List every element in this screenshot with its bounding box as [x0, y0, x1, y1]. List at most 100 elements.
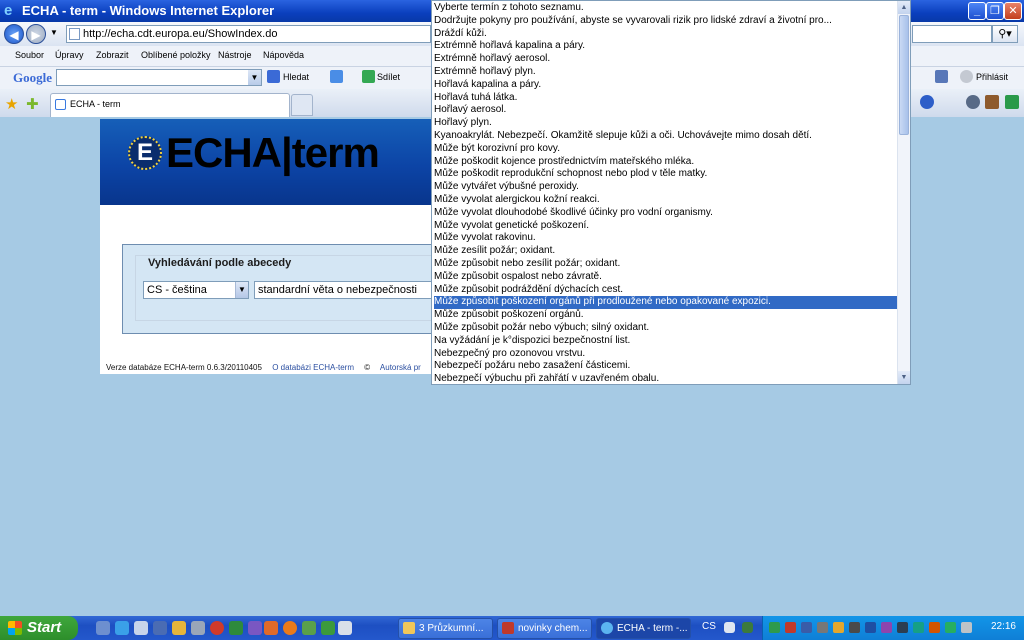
ie-quicklaunch-icon[interactable] — [115, 621, 129, 635]
quicklaunch-icon-7[interactable] — [210, 621, 224, 635]
scrollbar-thumb[interactable] — [899, 15, 909, 135]
new-tab-button[interactable] — [291, 94, 313, 116]
scroll-up-icon[interactable]: ▲ — [898, 1, 910, 14]
tray-icon-10[interactable] — [913, 622, 924, 633]
tray-icon-9[interactable] — [897, 622, 908, 633]
toolbox-icon[interactable] — [985, 95, 999, 109]
dropdown-option[interactable]: Nebezpečí výbuchu při zahřátí v uzavřené… — [434, 373, 897, 384]
language-indicator[interactable]: CS — [702, 621, 716, 632]
dropdown-option[interactable]: Může způsobit poškození orgánů při prodl… — [434, 296, 897, 310]
google-search-button[interactable]: Hledat — [283, 72, 309, 82]
dropdown-option[interactable]: Může způsobit ospalost nebo závratě. — [434, 271, 897, 284]
quicklaunch-icon-4[interactable] — [153, 621, 167, 635]
dropdown-option[interactable]: Může poškodit reprodukční schopnost nebo… — [434, 168, 897, 181]
dropdown-option[interactable]: Nebezpečí požáru nebo zasažení částicemi… — [434, 360, 897, 373]
signin-button[interactable]: Přihlásit — [976, 72, 1008, 82]
tray-toggle-icon[interactable] — [742, 622, 753, 633]
dropdown-option[interactable]: Může poškodit kojence prostřednictvím ma… — [434, 156, 897, 169]
wrench-icon[interactable] — [935, 70, 948, 83]
add-button-icon[interactable] — [330, 70, 343, 83]
help-icon[interactable] — [920, 95, 934, 109]
dropdown-option[interactable]: Může vyvolat alergickou kožní reakci. — [434, 194, 897, 207]
messenger-icon[interactable] — [1005, 95, 1019, 109]
favorites-star-icon[interactable]: ★ — [5, 95, 18, 113]
quicklaunch-icon-10[interactable] — [264, 621, 278, 635]
dropdown-option[interactable]: Může způsobit požár nebo výbuch; silný o… — [434, 322, 897, 335]
ati-icon[interactable] — [785, 622, 796, 633]
dropdown-option[interactable]: Dráždí kůži. — [434, 28, 897, 41]
dropdown-scrollbar[interactable]: ▲ ▼ — [897, 1, 910, 384]
tab-echa-term[interactable]: ECHA - term — [50, 93, 290, 117]
dropdown-option[interactable]: Může vytvářet výbušné peroxidy. — [434, 181, 897, 194]
dropdown-option[interactable]: Hořlavý plyn. — [434, 117, 897, 130]
dropdown-option[interactable]: Nebezpečný pro ozonovou vrstvu. — [434, 348, 897, 361]
dropdown-option[interactable]: Hořlavý aerosol. — [434, 104, 897, 117]
close-button[interactable]: ✕ — [1004, 2, 1022, 20]
dropdown-option[interactable]: Extrémně hořlavá kapalina a páry. — [434, 40, 897, 53]
dropdown-option[interactable]: Může vyvolat rakovinu. — [434, 232, 897, 245]
firefox-icon[interactable] — [283, 621, 297, 635]
live-search-input[interactable] — [912, 25, 992, 43]
menu-file[interactable]: Soubor — [15, 50, 44, 60]
copyright-link[interactable]: Autorská pr — [380, 363, 421, 372]
tray-icon-1[interactable] — [769, 622, 780, 633]
term-dropdown-list[interactable]: Nebezpečí výbuchu při zahřátí v uzavřené… — [431, 0, 911, 385]
type-select[interactable]: standardní věta o nebezpečnosti — [254, 281, 444, 299]
tray-icon-3[interactable] — [801, 622, 812, 633]
minimize-button[interactable]: _ — [968, 2, 986, 20]
excel-icon[interactable] — [229, 621, 243, 635]
bluetooth-icon[interactable] — [865, 622, 876, 633]
volume-icon[interactable] — [961, 622, 972, 633]
dropdown-option[interactable]: Může způsobit poškození orgánů. — [434, 309, 897, 322]
back-button[interactable]: ◀ — [4, 24, 24, 44]
taskbar-button-explorer[interactable]: 3 Průzkumní... — [398, 618, 493, 639]
help-icon[interactable] — [724, 622, 735, 633]
scroll-down-icon[interactable]: ▼ — [898, 371, 910, 384]
research-icon[interactable] — [966, 95, 980, 109]
network-icon[interactable] — [945, 622, 956, 633]
tray-icon-8[interactable] — [881, 622, 892, 633]
dropdown-option[interactable]: Může zesílit požár; oxidant. — [434, 245, 897, 258]
taskbar-button-news[interactable]: novinky chem... — [497, 618, 592, 639]
tray-icon-5[interactable] — [833, 622, 844, 633]
quicklaunch-icon[interactable] — [96, 621, 110, 635]
dropdown-option[interactable]: Dodržujte pokyny pro používání, abyste s… — [434, 15, 897, 28]
tray-icon-6[interactable] — [849, 622, 860, 633]
share-button[interactable]: Sdílet — [377, 72, 400, 82]
tray-icon-11[interactable] — [929, 622, 940, 633]
language-select[interactable]: CS - čeština ▼ — [143, 281, 249, 299]
taskbar-button-echa[interactable]: ECHA - term -... — [596, 618, 691, 639]
dropdown-option[interactable]: Může být korozivní pro kovy. — [434, 143, 897, 156]
dropdown-option[interactable]: Extrémně hořlavý aerosol. — [434, 53, 897, 66]
google-search-input[interactable]: ▼ — [56, 69, 262, 86]
quicklaunch-icon-9[interactable] — [248, 621, 262, 635]
quicklaunch-icon-12[interactable] — [302, 621, 316, 635]
chevron-down-icon[interactable]: ▼ — [235, 282, 248, 298]
start-button[interactable]: Start — [0, 616, 78, 640]
dropdown-option[interactable]: Může vyvolat genetické poškození. — [434, 220, 897, 233]
about-link[interactable]: O databázi ECHA-term — [272, 363, 354, 372]
dropdown-option[interactable]: Hořlavá tuhá látka. — [434, 92, 897, 105]
share-icon[interactable] — [362, 70, 375, 83]
dropdown-option[interactable]: Může způsobit nebo zesílit požár; oxidan… — [434, 258, 897, 271]
menu-help[interactable]: Nápověda — [263, 50, 304, 60]
desktop-icon[interactable] — [134, 621, 148, 635]
quicklaunch-icon-5[interactable] — [172, 621, 186, 635]
menu-edit[interactable]: Úpravy — [55, 50, 84, 60]
dropdown-option[interactable]: Vyberte termín z tohoto seznamu. — [434, 2, 897, 15]
chevron-down-icon[interactable]: ▼ — [248, 70, 261, 85]
quicklaunch-icon-13[interactable] — [321, 621, 335, 635]
dropdown-option[interactable]: Může způsobit podráždění dýchacích cest. — [434, 284, 897, 297]
menu-favorites[interactable]: Oblíbené položky — [141, 50, 211, 60]
address-input[interactable]: http://echa.cdt.europa.eu/ShowIndex.do — [66, 25, 431, 43]
dropdown-option[interactable]: Na vyžádání je k°dispozici bezpečnostní … — [434, 335, 897, 348]
dropdown-option[interactable]: Extrémně hořlavý plyn. — [434, 66, 897, 79]
dropdown-option[interactable]: Kyanoakrylát. Nebezpečí. Okamžitě slepuj… — [434, 130, 897, 143]
dropdown-option[interactable]: Může vyvolat dlouhodobé škodlivé účinky … — [434, 207, 897, 220]
menu-view[interactable]: Zobrazit — [96, 50, 129, 60]
forward-button[interactable]: ▶ — [26, 24, 46, 44]
quicklaunch-icon-14[interactable] — [338, 621, 352, 635]
tray-icon-4[interactable] — [817, 622, 828, 633]
dropdown-option[interactable]: Hořlavá kapalina a páry. — [434, 79, 897, 92]
google-search-icon[interactable] — [267, 70, 280, 83]
